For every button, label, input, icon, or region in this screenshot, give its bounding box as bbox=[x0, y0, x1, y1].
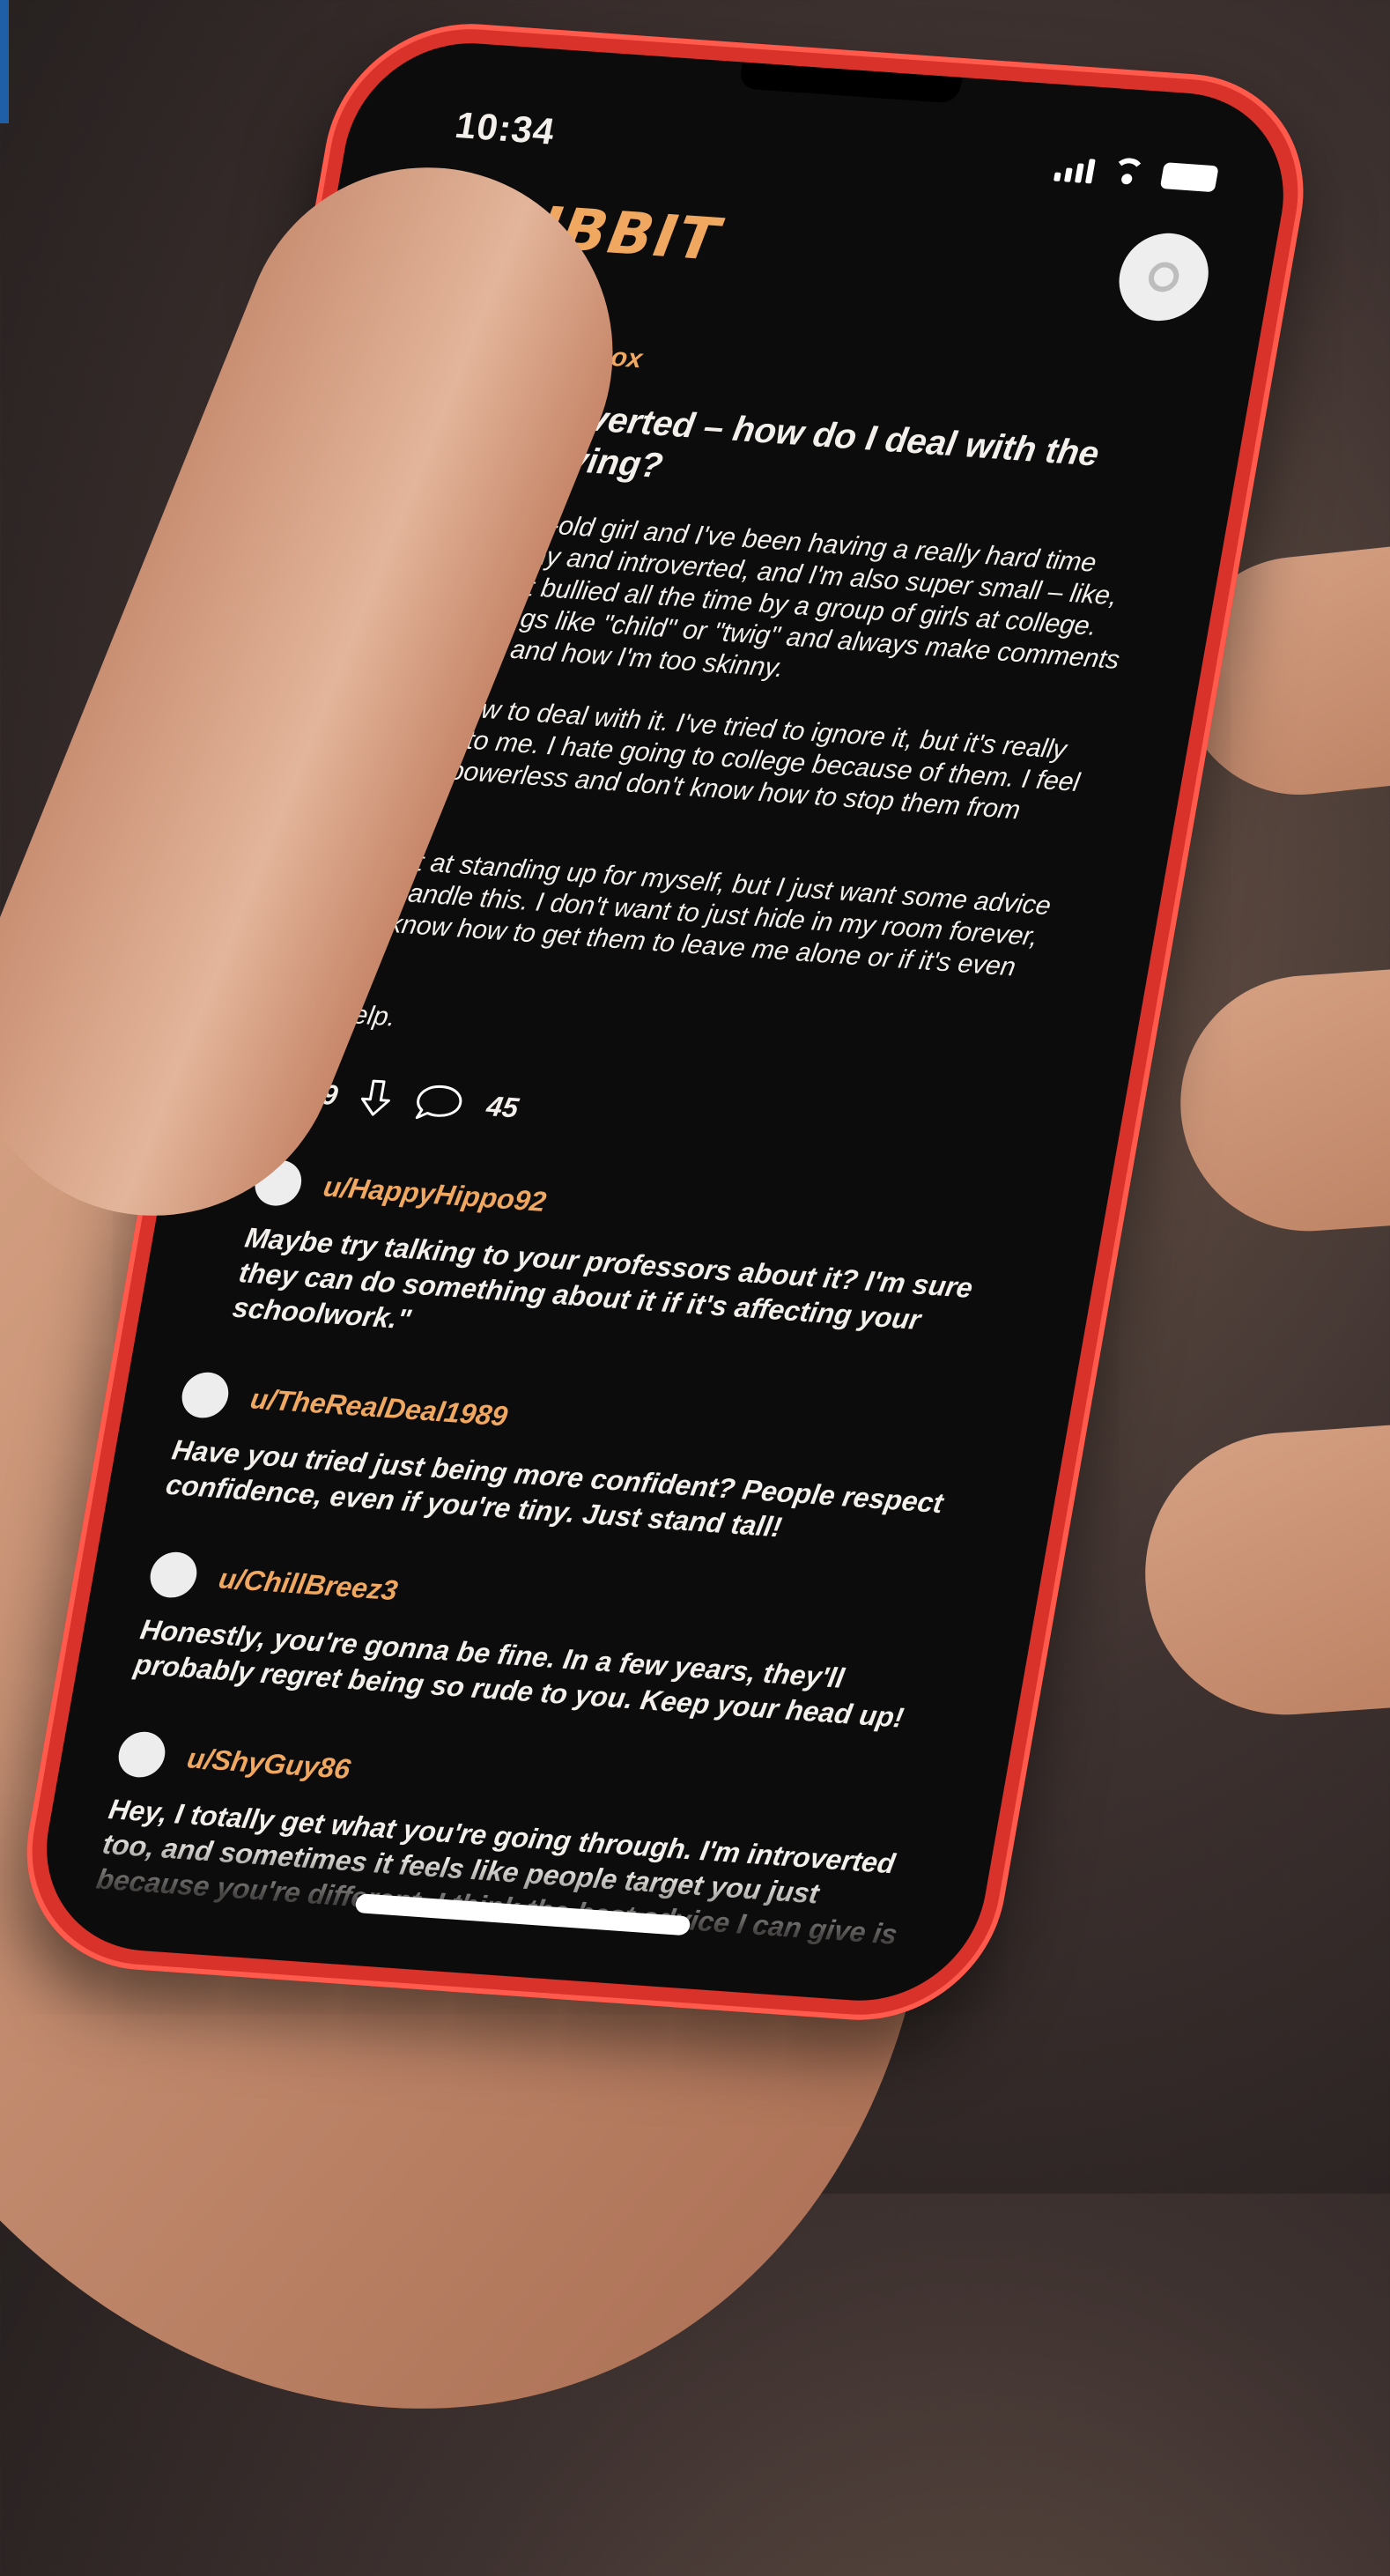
finger bbox=[1172, 953, 1390, 1240]
notch bbox=[737, 62, 963, 104]
finger bbox=[1135, 1411, 1390, 1725]
comment-avatar[interactable] bbox=[146, 1551, 201, 1600]
post-actions: 269 45 bbox=[233, 1069, 1047, 1164]
comment-avatar[interactable] bbox=[178, 1371, 233, 1420]
comment-user[interactable]: u/TheRealDeal1989 bbox=[248, 1382, 510, 1432]
signal-icon bbox=[1053, 157, 1096, 184]
profile-avatar[interactable] bbox=[1112, 230, 1216, 324]
downvote-icon[interactable] bbox=[357, 1077, 396, 1118]
comment-count: 45 bbox=[484, 1089, 521, 1123]
background-edge bbox=[0, 0, 9, 123]
status-icons bbox=[1053, 153, 1219, 193]
comment-avatar[interactable] bbox=[115, 1730, 169, 1780]
comment-user[interactable]: u/ShyGuy86 bbox=[185, 1742, 353, 1786]
comment: u/HappyHippo92 Maybe try talking to your… bbox=[230, 1158, 1032, 1379]
comment-icon[interactable] bbox=[411, 1082, 468, 1123]
wifi-icon bbox=[1107, 157, 1149, 188]
comment: u/ChillBreez3 Honestly, you're gonna be … bbox=[131, 1551, 963, 1738]
comment-user[interactable]: u/ChillBreez3 bbox=[217, 1562, 401, 1607]
comment: u/TheRealDeal1989 Have you tried just be… bbox=[163, 1371, 994, 1558]
status-time: 10:34 bbox=[452, 104, 558, 152]
battery-icon bbox=[1159, 162, 1219, 193]
comment-user[interactable]: u/HappyHippo92 bbox=[321, 1170, 549, 1218]
